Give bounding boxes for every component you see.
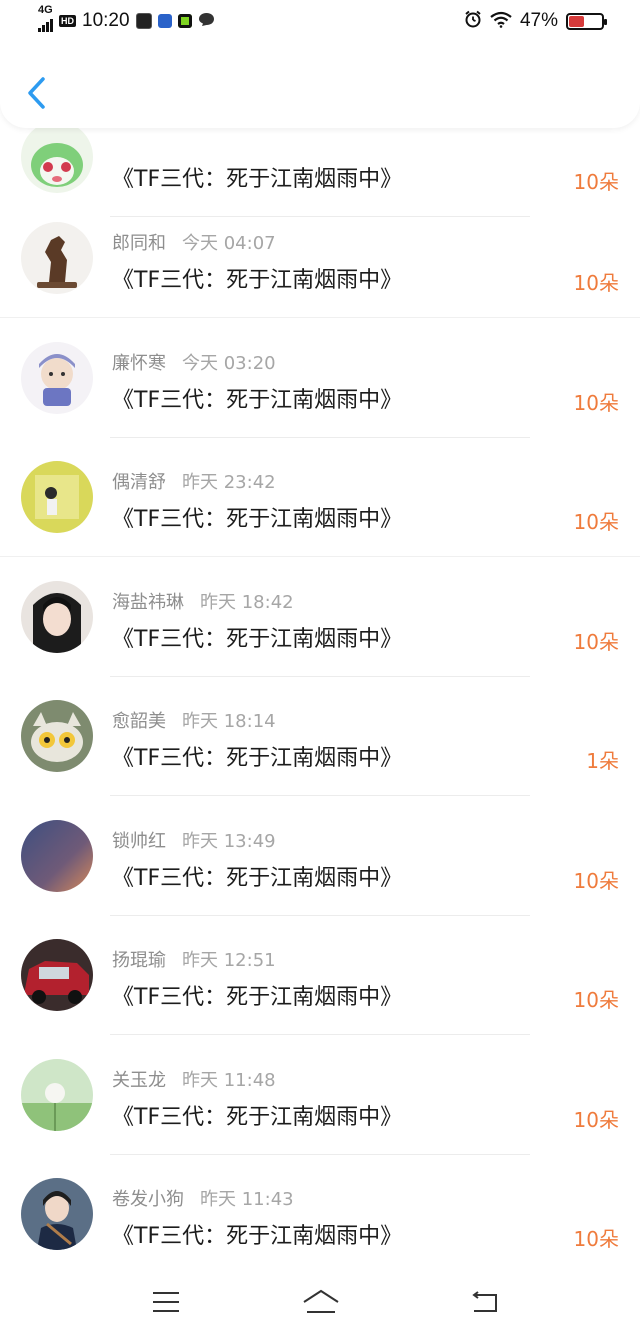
sender-name: 海盐祎琳 [112, 592, 184, 613]
gift-amount: 1朵 [586, 749, 619, 773]
book-title: 《TF三代：死于江南烟雨中》 [112, 388, 403, 413]
avatar[interactable] [21, 1178, 93, 1250]
status-bar: 4G HD 10:20 47% [0, 0, 640, 46]
sender-meta: 关玉龙 昨天 11:48 [112, 1066, 276, 1092]
gift-amount: 10朵 [573, 630, 619, 654]
alarm-icon [464, 10, 482, 32]
avatar[interactable] [21, 222, 93, 294]
battery-icon [566, 12, 607, 30]
message-icon [198, 12, 215, 31]
list-item[interactable]: 廉怀寒 今天 03:20 《TF三代：死于江南烟雨中》 10朵 [0, 319, 640, 438]
send-time: 昨天 23:42 [182, 472, 276, 493]
avatar[interactable] [21, 700, 93, 772]
avatar[interactable] [21, 820, 93, 892]
sender-meta: 廉怀寒 今天 03:20 [112, 349, 276, 375]
avatar[interactable] [21, 121, 93, 193]
app-icon-2 [157, 14, 172, 28]
sender-name: 锁帅红 [112, 831, 166, 852]
send-time: 昨天 18:42 [200, 592, 294, 613]
sender-name: 愈韶美 [112, 711, 166, 732]
book-title: 《TF三代：死于江南烟雨中》 [112, 1105, 403, 1130]
back-chevron-icon[interactable] [22, 75, 50, 111]
list-item[interactable]: 郎同和 今天 04:07 《TF三代：死于江南烟雨中》 10朵 [0, 199, 640, 318]
sender-meta: 卷发小狗 昨天 11:43 [112, 1185, 294, 1211]
clock: 10:20 [82, 10, 130, 31]
battery-percent: 47% [519, 10, 558, 31]
send-time: 今天 04:07 [182, 233, 276, 254]
gift-amount: 10朵 [573, 170, 619, 194]
status-left: 4G HD 10:20 [38, 4, 215, 32]
book-title: 《TF三代：死于江南烟雨中》 [112, 268, 403, 293]
divider [110, 795, 530, 796]
list-item[interactable]: 海盐祎琳 昨天 18:42 《TF三代：死于江南烟雨中》 10朵 [0, 558, 640, 677]
home-icon[interactable] [300, 1288, 342, 1316]
avatar[interactable] [21, 581, 93, 653]
sender-name: 廉怀寒 [112, 353, 166, 374]
menu-icon[interactable] [148, 1288, 184, 1316]
send-time: 昨天 12:51 [182, 950, 276, 971]
send-time: 今天 03:20 [182, 353, 276, 374]
book-title: 《TF三代：死于江南烟雨中》 [112, 167, 403, 192]
list-item[interactable]: 偶清舒 昨天 23:42 《TF三代：死于江南烟雨中》 10朵 [0, 438, 640, 557]
book-title: 《TF三代：死于江南烟雨中》 [112, 507, 403, 532]
gift-amount: 10朵 [573, 988, 619, 1012]
book-title: 《TF三代：死于江南烟雨中》 [112, 985, 403, 1010]
sender-meta: 郎同和 今天 04:07 [112, 229, 276, 255]
send-time: 昨天 18:14 [182, 711, 276, 732]
divider [0, 556, 640, 557]
list-item[interactable]: 卷发小狗 昨天 11:43 《TF三代：死于江南烟雨中》 10朵 [0, 1155, 640, 1274]
wifi-icon [490, 11, 512, 32]
sender-meta: 锁帅红 昨天 13:49 [112, 827, 276, 853]
send-time: 昨天 13:49 [182, 831, 276, 852]
hd-icon: HD [59, 15, 76, 27]
app-icon-1 [135, 13, 152, 29]
divider [110, 1034, 530, 1035]
send-time: 昨天 11:43 [200, 1189, 294, 1210]
book-title: 《TF三代：死于江南烟雨中》 [112, 866, 403, 891]
book-title: 《TF三代：死于江南烟雨中》 [112, 627, 403, 652]
app-icon-3 [177, 14, 192, 28]
sender-meta: 偶清舒 昨天 23:42 [112, 468, 276, 494]
gift-amount: 10朵 [573, 869, 619, 893]
sender-meta: 扬琨瑜 昨天 12:51 [112, 946, 276, 972]
avatar[interactable] [21, 461, 93, 533]
sender-name: 偶清舒 [112, 472, 166, 493]
sender-name: 卷发小狗 [112, 1189, 184, 1210]
gift-amount: 10朵 [573, 271, 619, 295]
sender-meta: 愈韶美 昨天 18:14 [112, 707, 276, 733]
sender-name: 郎同和 [112, 233, 166, 254]
book-title: 《TF三代：死于江南烟雨中》 [112, 746, 403, 771]
sender-meta: 海盐祎琳 昨天 18:42 [112, 588, 294, 614]
list-item[interactable]: 关玉龙 昨天 11:48 《TF三代：死于江南烟雨中》 10朵 [0, 1036, 640, 1155]
avatar[interactable] [21, 1059, 93, 1131]
list-item[interactable]: 锁帅红 昨天 13:49 《TF三代：死于江南烟雨中》 10朵 [0, 797, 640, 916]
avatar[interactable] [21, 342, 93, 414]
gift-amount: 10朵 [573, 510, 619, 534]
divider [0, 317, 640, 318]
sender-meta [112, 128, 128, 149]
gift-list-page: 《TF三代：死于江南烟雨中》 10朵 郎同和 今天 04:07 《TF三代：死于江… [0, 0, 640, 1337]
list-item[interactable]: 愈韶美 昨天 18:14 《TF三代：死于江南烟雨中》 1朵 [0, 677, 640, 796]
status-right: 47% [464, 10, 607, 32]
send-time: 昨天 11:48 [182, 1070, 276, 1091]
signal-icon: 4G [38, 4, 53, 32]
system-nav-bar [0, 1268, 640, 1337]
network-type: 4G [38, 4, 53, 16]
sender-name: 关玉龙 [112, 1070, 166, 1091]
gift-amount: 10朵 [573, 391, 619, 415]
top-bar: 4G HD 10:20 47% [0, 0, 640, 128]
gift-amount: 10朵 [573, 1227, 619, 1251]
gift-amount: 10朵 [573, 1108, 619, 1132]
sender-name: 扬琨瑜 [112, 950, 166, 971]
back-icon[interactable] [467, 1288, 503, 1316]
avatar[interactable] [21, 939, 93, 1011]
book-title: 《TF三代：死于江南烟雨中》 [112, 1224, 403, 1249]
list-item[interactable]: 扬琨瑜 昨天 12:51 《TF三代：死于江南烟雨中》 10朵 [0, 916, 640, 1035]
